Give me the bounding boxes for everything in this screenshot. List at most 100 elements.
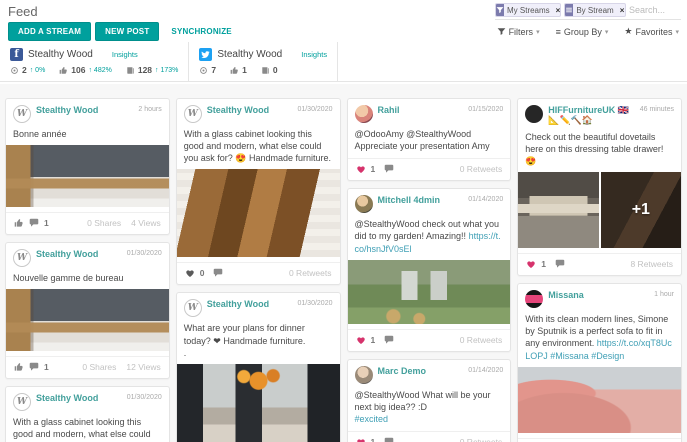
facet-remove-icon[interactable]: × <box>617 4 626 16</box>
post-card[interactable]: W Stealthy Wood 01/30/2020 Nouvelle gamm… <box>5 242 170 379</box>
post-image-garden[interactable] <box>348 260 511 324</box>
chevron-down-icon: ▾ <box>605 28 609 36</box>
author-link[interactable]: Marc Demo <box>378 366 427 376</box>
avatar: W <box>13 105 31 123</box>
post-time: 46 minutes <box>640 105 674 113</box>
search-bar[interactable]: My Streams × By Stream × <box>495 3 681 20</box>
author-link[interactable]: Mitchell 4dmin <box>378 195 441 205</box>
favorites-dropdown[interactable]: ★ Favorites ▾ <box>624 26 679 37</box>
avatar <box>355 105 373 123</box>
author-link[interactable]: Stealthy Wood <box>36 105 98 115</box>
group-by-dropdown[interactable]: ≡ Group By ▾ <box>556 27 609 37</box>
post-card[interactable]: W Stealthy Wood 2 hours Bonne année 1 0 … <box>5 98 170 235</box>
comment-icon[interactable] <box>29 218 39 228</box>
comment-icon[interactable] <box>555 259 565 269</box>
add-stream-button[interactable]: ADD A STREAM <box>8 22 91 41</box>
page-title: Feed <box>8 4 38 19</box>
search-options: Filters ▾ ≡ Group By ▾ ★ Favorites ▾ <box>497 26 679 37</box>
post-card[interactable]: HIFFurnitureUK 🇬🇧📐✏️🔨🏠 46 minutes Check … <box>517 98 682 276</box>
twitter-icon <box>199 48 212 61</box>
chevron-down-icon: ▾ <box>536 28 540 36</box>
retweet-count: 0 Retweets <box>460 437 503 442</box>
post-image-dinner-table[interactable] <box>177 364 340 442</box>
author-link[interactable]: Stealthy Wood <box>207 105 269 115</box>
post-text: @StealthyWood check out what you did to … <box>355 218 504 254</box>
post-time: 01/15/2020 <box>468 105 503 113</box>
post-text: @StealthyWood What will be your next big… <box>355 389 504 425</box>
post-text: With a glass cabinet looking this good a… <box>13 416 162 442</box>
synchronize-button[interactable]: SYNCHRONIZE <box>163 23 239 40</box>
post-time: 1 hour <box>654 290 674 298</box>
heart-icon[interactable] <box>356 335 366 345</box>
post-time: 01/14/2020 <box>468 195 503 203</box>
filters-dropdown[interactable]: Filters ▾ <box>497 27 540 37</box>
comment-icon[interactable] <box>384 335 394 345</box>
new-post-button[interactable]: NEW POST <box>95 22 159 41</box>
search-facet-my-streams[interactable]: My Streams × <box>495 3 561 17</box>
author-link[interactable]: Missana <box>548 290 584 300</box>
like-icon[interactable] <box>14 218 24 228</box>
post-card[interactable]: Rahil 01/15/2020 @OdooAmy @StealthyWood … <box>347 98 512 181</box>
heart-icon[interactable] <box>356 164 366 174</box>
views-count: 12 Views <box>126 362 160 372</box>
insights-link[interactable]: Insights <box>112 50 138 59</box>
post-image-drawer[interactable]: +1 <box>601 172 681 248</box>
account-summary-row: f Stealthy Wood Insights 2↑ 0% 106↑ 482%… <box>0 42 687 82</box>
avatar: W <box>13 393 31 411</box>
post-image-pink-sofa[interactable] <box>518 367 681 433</box>
post-image-dressing-table[interactable] <box>518 172 598 248</box>
avatar <box>525 290 543 308</box>
post-image-office[interactable] <box>6 145 169 207</box>
group-by-icon <box>565 4 573 16</box>
engagement-stat: 1 <box>230 65 247 75</box>
post-text: Bonne année <box>13 128 162 140</box>
comment-count: 1 <box>44 362 49 372</box>
post-card[interactable]: Mitchell 4dmin 01/14/2020 @StealthyWood … <box>347 188 512 351</box>
chevron-down-icon: ▾ <box>675 28 679 36</box>
search-input[interactable] <box>629 5 681 15</box>
post-card[interactable]: Missana 1 hour With its clean modern lin… <box>517 283 682 442</box>
search-facet-by-stream[interactable]: By Stream × <box>564 3 626 17</box>
star-icon: ★ <box>624 26 632 37</box>
stories-stat: 128↑ 173% <box>126 65 179 75</box>
shares-count: 0 Shares <box>82 362 116 372</box>
comment-icon[interactable] <box>29 362 39 372</box>
account-twitter[interactable]: Stealthy Wood Insights 7 1 0 <box>189 42 338 81</box>
post-time: 2 hours <box>138 105 161 113</box>
post-image-office[interactable] <box>6 289 169 351</box>
comment-icon[interactable] <box>384 437 394 442</box>
post-card[interactable]: W Stealthy Wood 01/30/2020 With a glass … <box>176 98 341 285</box>
comment-count: 1 <box>44 218 49 228</box>
post-card[interactable]: Marc Demo 01/14/2020 @StealthyWood What … <box>347 359 512 442</box>
author-link[interactable]: Stealthy Wood <box>207 299 269 309</box>
like-count: 1 <box>371 437 376 442</box>
author-link[interactable]: Rahil <box>378 105 400 115</box>
account-facebook[interactable]: f Stealthy Wood Insights 2↑ 0% 106↑ 482%… <box>0 42 189 81</box>
post-card[interactable]: W Stealthy Wood 01/30/2020 With a glass … <box>5 386 170 442</box>
like-icon[interactable] <box>14 362 24 372</box>
filter-icon <box>496 4 504 16</box>
like-count: 0 <box>200 268 205 278</box>
engagement-stat: 106↑ 482% <box>59 65 112 75</box>
shares-count: 0 Shares <box>87 218 121 228</box>
comment-icon[interactable] <box>384 164 394 174</box>
more-images-overlay[interactable]: +1 <box>601 172 681 248</box>
insights-link[interactable]: Insights <box>301 50 327 59</box>
comment-icon[interactable] <box>213 268 223 278</box>
heart-icon[interactable] <box>526 259 536 269</box>
author-link[interactable]: Stealthy Wood <box>36 249 98 259</box>
post-card[interactable]: W Stealthy Wood 01/30/2020 What are your… <box>176 292 341 442</box>
hashtag-link[interactable]: #excited <box>355 413 504 425</box>
post-image-cabinet[interactable] <box>177 169 340 257</box>
post-text: With its clean modern lines, Simone by S… <box>525 313 674 362</box>
heart-icon[interactable] <box>356 437 366 442</box>
stream-column-tweets: Tweets of: Stealthy Wood W Stealthy Wood… <box>176 88 341 438</box>
author-link[interactable]: HIFFurnitureUK 🇬🇧📐✏️🔨🏠 <box>548 105 635 126</box>
post-time: 01/30/2020 <box>297 299 332 307</box>
post-text: What are your plans for dinner today? ❤ … <box>184 322 333 358</box>
avatar <box>525 105 543 123</box>
heart-icon[interactable] <box>185 268 195 278</box>
facet-remove-icon[interactable]: × <box>553 4 562 16</box>
post-text: Check out the beautiful dovetails here o… <box>525 131 674 167</box>
author-link[interactable]: Stealthy Wood <box>36 393 98 403</box>
